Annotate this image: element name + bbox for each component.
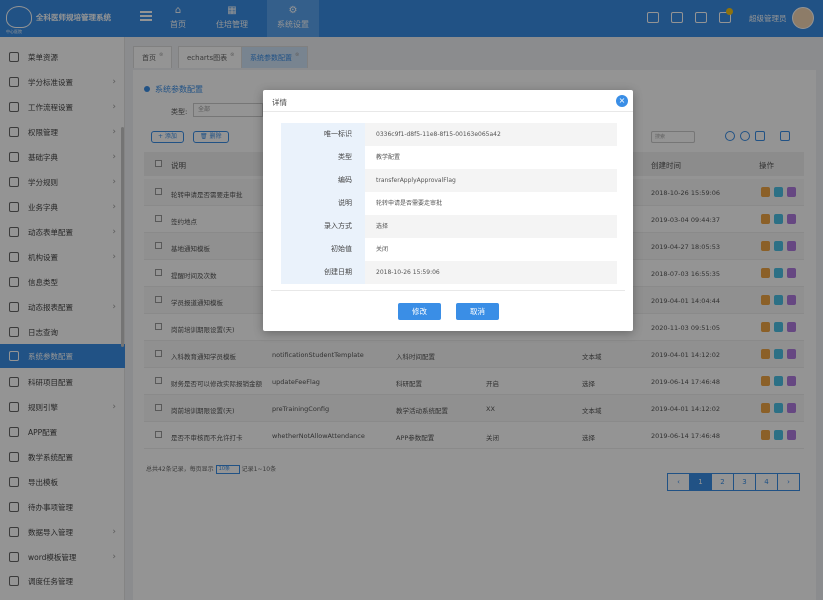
detail-label: 初始值 (281, 238, 365, 261)
detail-value: 0336c9f1-d8f5-11e8-8f15-00163e065a42 (365, 123, 617, 146)
detail-value: 轮转申请是否需要走审批 (376, 200, 443, 207)
detail-dialog: 详情 × 唯一标识 0336c9f1-d8f5-11e8-8f15-00163e0… (263, 90, 633, 331)
detail-label: 类型 (281, 146, 365, 169)
dialog-title: 详情 (272, 98, 287, 107)
detail-row: 编码 transferApplyApprovalFlag (281, 169, 617, 192)
detail-row: 说明 轮转申请是否需要走审批 (281, 192, 617, 215)
detail-label: 录入方式 (281, 215, 365, 238)
dialog-header: 详情 × (263, 90, 633, 112)
detail-row: 初始值 关闭 (281, 238, 617, 261)
detail-value: 教学配置 (376, 154, 401, 161)
detail-row: 录入方式 选择 (281, 215, 617, 238)
detail-value: transferApplyApprovalFlag (365, 169, 617, 192)
detail-row: 创建日期 2018-10-26 15:59:06 (281, 261, 617, 284)
detail-label: 说明 (281, 192, 365, 215)
detail-label: 创建日期 (281, 261, 365, 284)
detail-row: 唯一标识 0336c9f1-d8f5-11e8-8f15-00163e065a42 (281, 123, 617, 146)
detail-label: 编码 (281, 169, 365, 192)
detail-row: 类型 教学配置 (281, 146, 617, 169)
close-icon[interactable]: × (616, 95, 628, 107)
detail-value: 2018-10-26 15:59:06 (365, 261, 617, 284)
detail-value: 选择 (365, 215, 617, 238)
cancel-button[interactable]: 取消 (456, 303, 499, 320)
dialog-divider (271, 290, 625, 291)
edit-dialog-button[interactable]: 修改 (398, 303, 441, 320)
detail-value: 关闭 (376, 246, 389, 253)
detail-label: 唯一标识 (281, 123, 365, 146)
